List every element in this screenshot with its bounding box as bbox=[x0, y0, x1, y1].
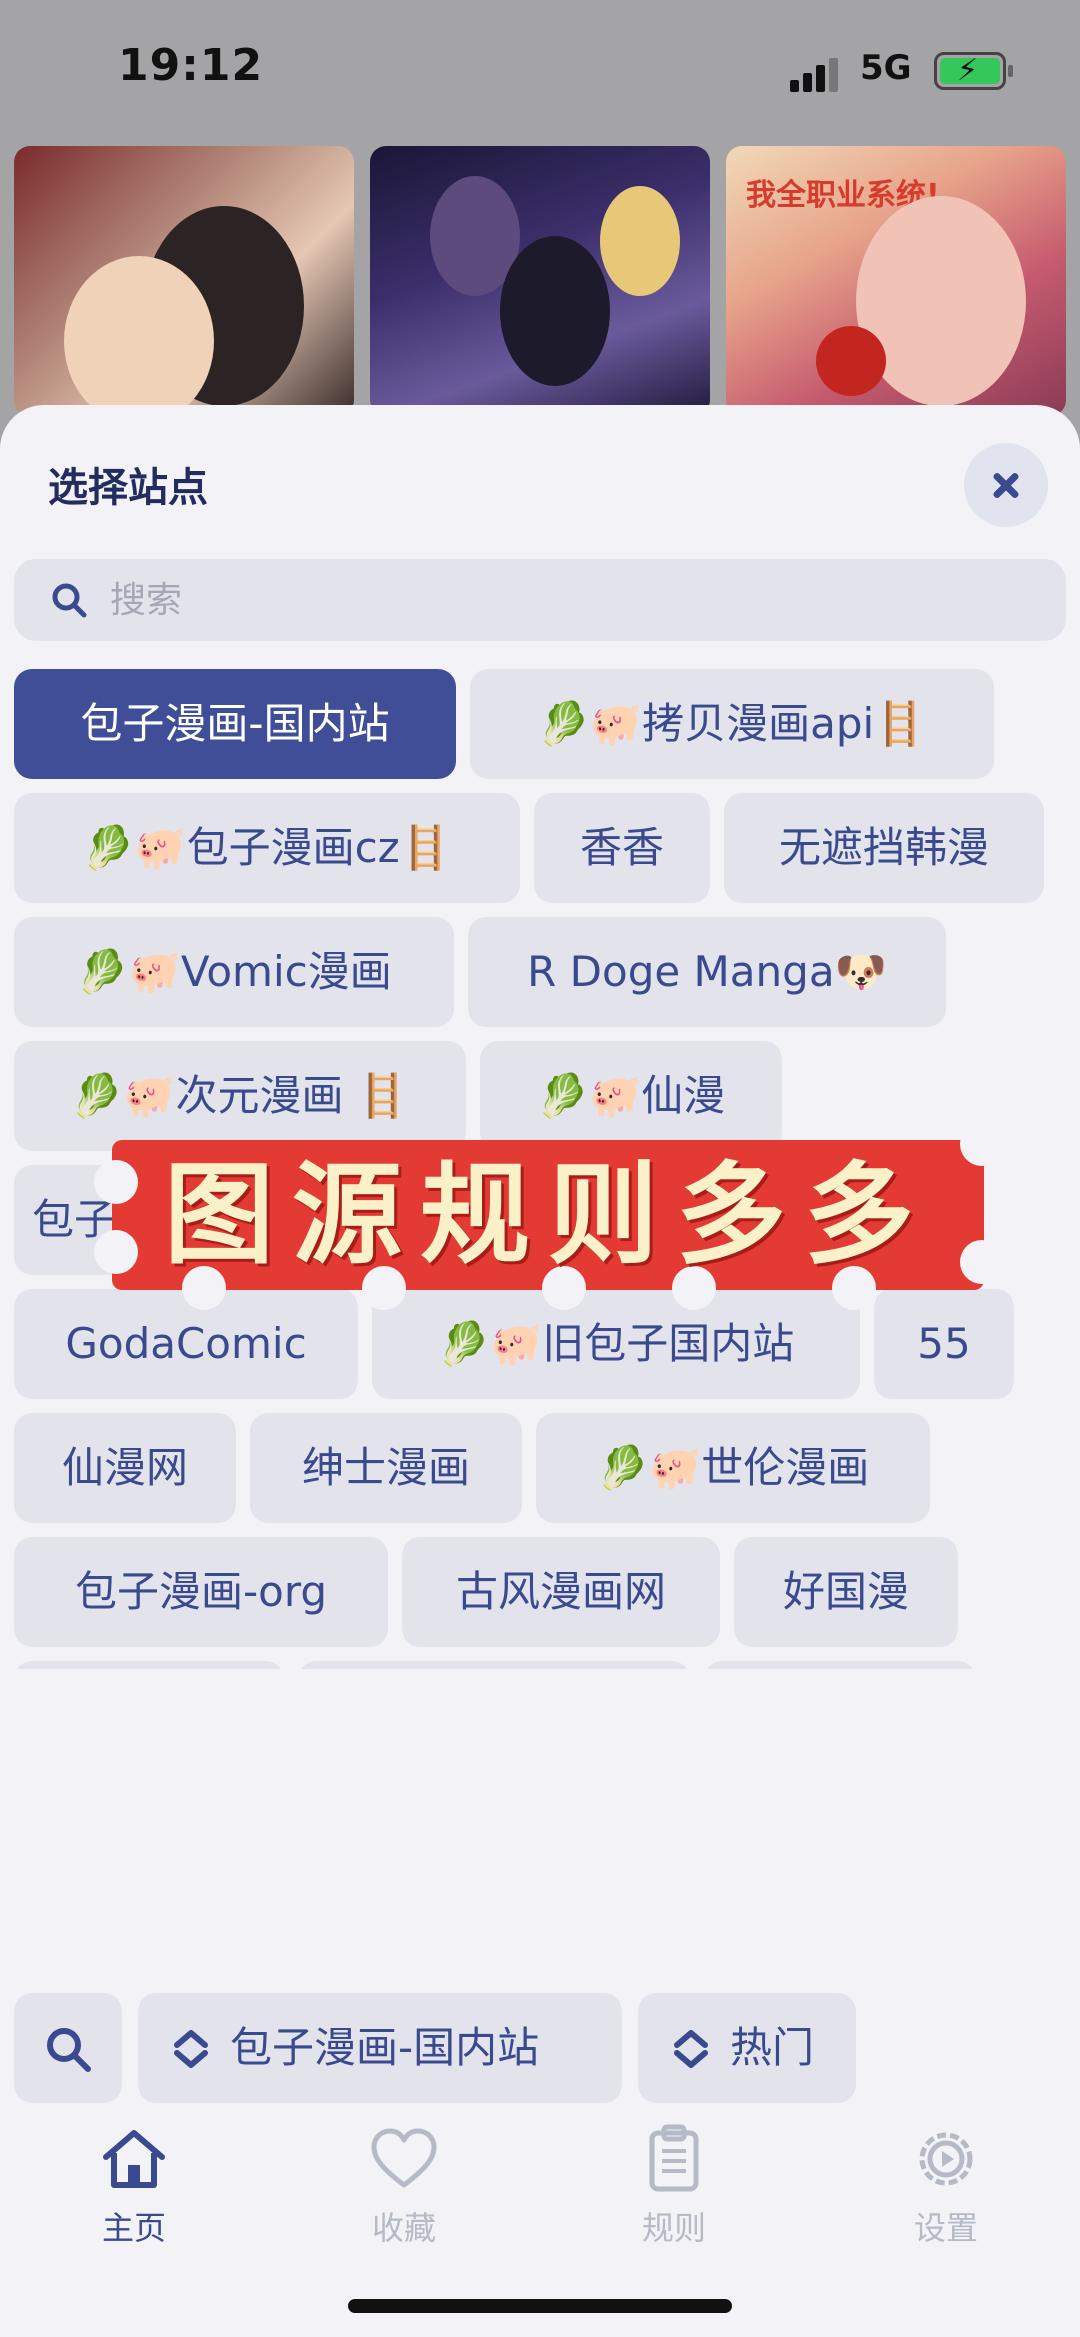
site-chip[interactable]: 🥬🐖包子漫画cz🪜 bbox=[14, 793, 520, 903]
heart-icon bbox=[371, 2128, 437, 2188]
battery-icon: ⚡ bbox=[934, 52, 1013, 90]
sheet-title: 选择站点 bbox=[48, 465, 208, 511]
search-icon bbox=[47, 2028, 91, 2072]
tab-favorites[interactable]: 收藏 bbox=[334, 2123, 474, 2253]
promo-banner: 图源规则多多 bbox=[94, 1122, 1004, 1310]
network-type: 5G bbox=[860, 48, 912, 88]
home-indicator bbox=[348, 2299, 732, 2313]
site-chip[interactable]: R Doge Manga🐶 bbox=[468, 917, 946, 1027]
site-chip[interactable]: 🥬🐖旧包子国内站 bbox=[372, 1289, 860, 1399]
tab-rules[interactable]: 规则 bbox=[604, 2123, 744, 2253]
site-chip[interactable]: 🥬🐖Vomic漫画 bbox=[14, 917, 454, 1027]
cellular-signal-icon bbox=[790, 58, 838, 92]
tab-settings[interactable]: 设置 bbox=[876, 2123, 1016, 2253]
site-chip[interactable]: 🥬🐖世伦漫画 bbox=[536, 1413, 930, 1523]
site-chip[interactable]: 🥬🐖次元漫画 🪜 bbox=[14, 1041, 466, 1151]
home-icon bbox=[103, 2130, 165, 2188]
sort-selector-button[interactable]: 热门 bbox=[638, 1993, 856, 2103]
tab-home[interactable]: 主页 bbox=[64, 2123, 204, 2253]
site-chip[interactable]: 包子漫画-国内站 bbox=[14, 669, 456, 779]
search-icon bbox=[52, 583, 87, 618]
site-chip[interactable]: 好国漫 bbox=[734, 1537, 958, 1647]
status-time: 19:12 bbox=[118, 40, 264, 91]
site-chip[interactable]: 仙漫网 bbox=[14, 1413, 236, 1523]
site-chip[interactable]: 🥬🐖动漫之家 bbox=[298, 1661, 690, 1669]
site-selector-button[interactable]: 包子漫画-国内站 bbox=[138, 1993, 622, 2103]
site-chip[interactable]: 🥬🐖仙漫 bbox=[480, 1041, 782, 1151]
site-search-input[interactable] bbox=[110, 559, 1030, 641]
site-chip[interactable]: 无遮挡韩漫 bbox=[724, 793, 1044, 903]
site-chip[interactable]: 绅士漫画 bbox=[250, 1413, 522, 1523]
site-chip[interactable]: GodaComic bbox=[14, 1289, 358, 1399]
site-chip[interactable]: 古风漫画网 bbox=[402, 1537, 720, 1647]
current-site-label: 包子漫画-国内站 bbox=[230, 2023, 540, 2072]
close-button[interactable] bbox=[964, 443, 1048, 527]
tab-bar: 主页 收藏 规则 设置 bbox=[0, 2105, 1080, 2337]
comic-cover-1[interactable] bbox=[14, 146, 354, 416]
site-chip[interactable]: 动漫之家 bbox=[704, 1661, 976, 1669]
chevron-updown-icon bbox=[674, 2030, 708, 2068]
comic-cover-3[interactable]: 我全职业系统! bbox=[726, 146, 1066, 416]
site-chip[interactable]: 香香 bbox=[534, 793, 710, 903]
comic-cover-2[interactable] bbox=[370, 146, 710, 416]
site-chip[interactable]: 55 bbox=[874, 1289, 1014, 1399]
site-chip[interactable]: 🥬🐖拷贝漫画api🪜 bbox=[470, 669, 994, 779]
site-search-box[interactable] bbox=[14, 559, 1066, 641]
banner-text: 图源规则多多 bbox=[164, 1150, 932, 1279]
search-button[interactable] bbox=[14, 1993, 122, 2103]
chevron-updown-icon bbox=[174, 2030, 208, 2068]
sort-label: 热门 bbox=[730, 2023, 815, 2072]
site-chip[interactable]: 包子漫画-org bbox=[14, 1537, 388, 1647]
gear-icon bbox=[919, 2132, 973, 2186]
site-chip[interactable]: 猪猪漫画 bbox=[14, 1661, 284, 1669]
app-screen: 19:12 5G ⚡ 我全职业系统! 选择站点 搜索 包子漫画-国内站 🥬🐖拷贝… bbox=[0, 0, 1080, 2337]
clipboard-icon bbox=[649, 2124, 699, 2192]
tab-label: 设置 bbox=[913, 2209, 978, 2247]
bottom-controls: 包子漫画-国内站 热门 bbox=[0, 1985, 1080, 2105]
tab-label: 规则 bbox=[641, 2209, 706, 2247]
status-bar: 19:12 5G ⚡ bbox=[0, 0, 1080, 140]
tab-label: 主页 bbox=[101, 2209, 166, 2247]
tab-label: 收藏 bbox=[371, 2209, 436, 2247]
